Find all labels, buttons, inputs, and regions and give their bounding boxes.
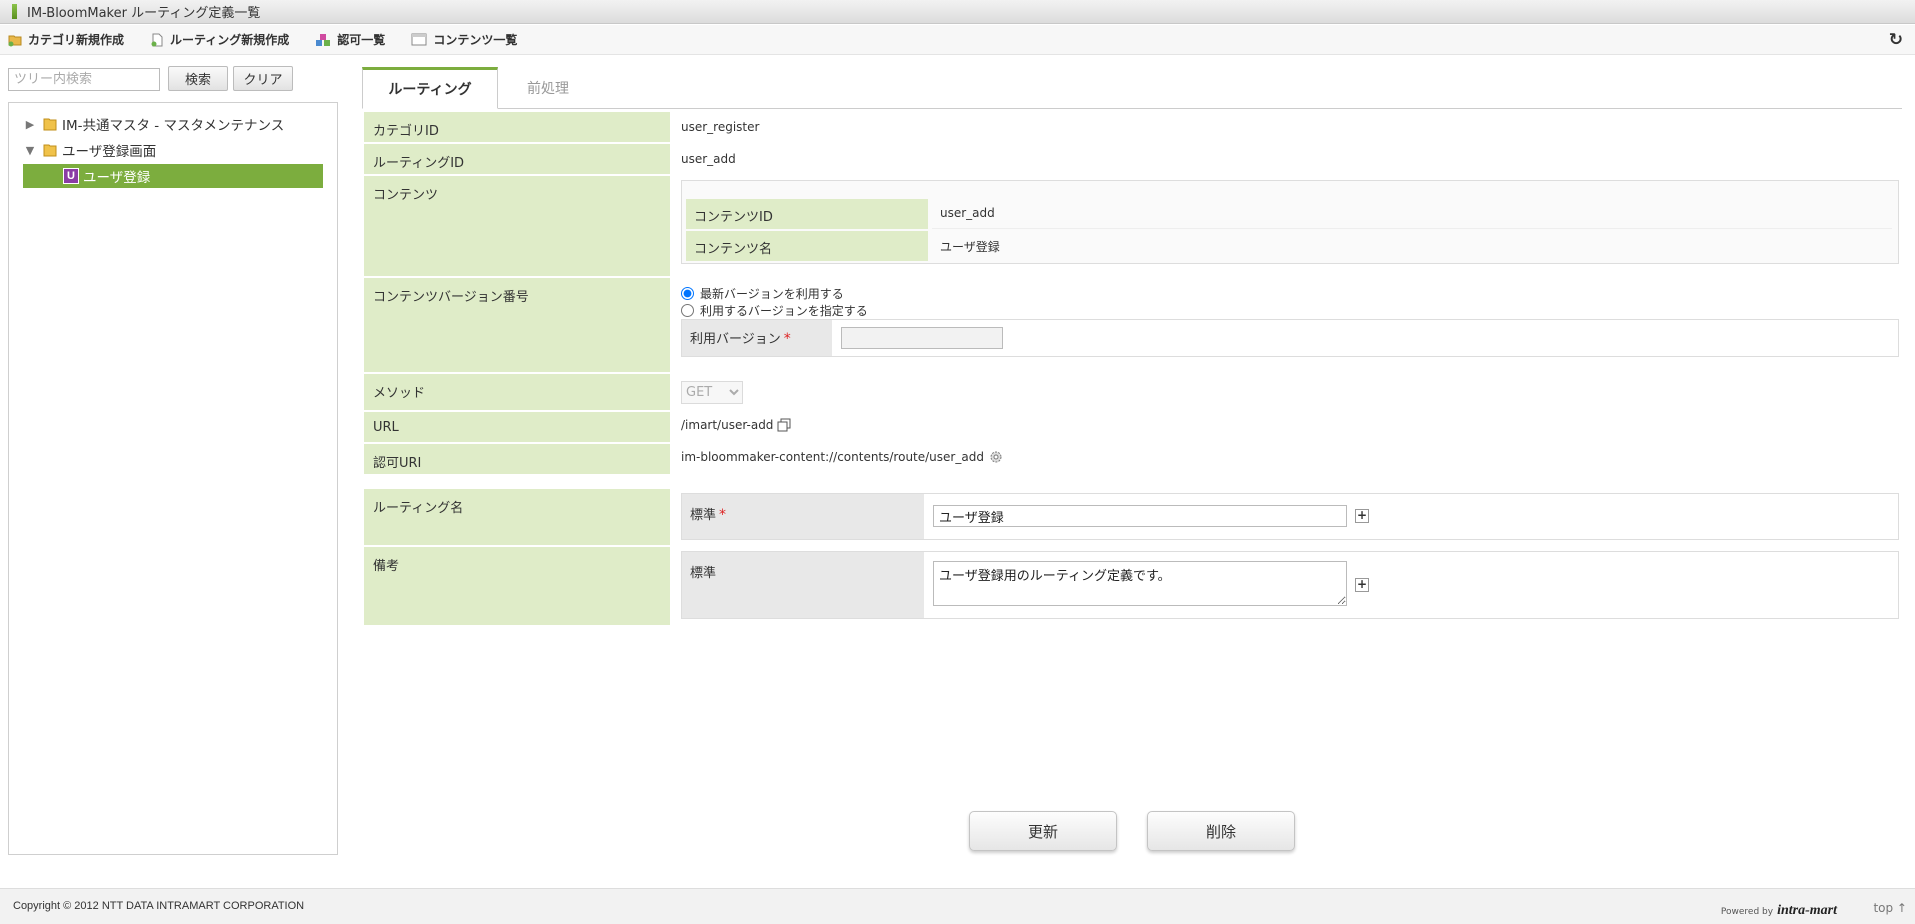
search-button[interactable]: 検索 (168, 66, 228, 91)
routing-name-std-cell: 標準 * (682, 494, 924, 539)
routing-name-row: ルーティング名 標準* + (364, 489, 1902, 546)
auth-uri-value-cell: im-bloommaker-content://contents/route/u… (681, 444, 1902, 474)
url-value: /imart/user-add (681, 418, 774, 432)
folder-icon (43, 118, 57, 131)
content-version-label: コンテンツバージョン番号 (364, 278, 670, 372)
tree-node-user-register-screen[interactable]: ▼ ユーザ登録画面 (23, 138, 156, 162)
add-language-icon[interactable]: + (1355, 509, 1369, 523)
create-category-button[interactable]: カテゴリ新規作成 (8, 31, 124, 48)
tree-node-label: ユーザ登録画面 (62, 144, 157, 160)
copyright-text: Copyright © 2012 NTT DATA INTRAMART CORP… (13, 900, 305, 912)
content-id-value: user_add (932, 199, 1892, 229)
remarks-std-label: 標準 (682, 552, 924, 618)
latest-version-text: 最新バージョンを利用する (700, 287, 844, 301)
authorization-list-button[interactable]: 認可一覧 (315, 31, 385, 48)
content-id-label: コンテンツID (686, 199, 928, 229)
routing-u-icon: U (63, 168, 79, 184)
content-list-button[interactable]: コンテンツ一覧 (411, 31, 517, 48)
create-routing-label: ルーティング新規作成 (170, 33, 290, 47)
method-select[interactable]: GET (681, 381, 743, 404)
latest-version-option[interactable]: 最新バージョンを利用する (681, 285, 844, 302)
routing-id-label: ルーティングID (364, 144, 670, 174)
expand-arrow-icon[interactable]: ▶ (23, 118, 37, 131)
content-name-value: ユーザ登録 (940, 240, 1000, 254)
routing-name-table: 標準* + (681, 493, 1899, 540)
use-version-table: 利用バージョン * (681, 319, 1899, 357)
tab-bar: ルーティング 前処理 (362, 67, 1902, 109)
specify-version-option[interactable]: 利用するバージョンを指定する (681, 302, 868, 319)
app-logo-icon (12, 4, 17, 19)
create-routing-button[interactable]: ルーティング新規作成 (150, 31, 289, 48)
routing-name-label: ルーティング名 (364, 489, 670, 545)
url-row: URL /imart/user-add (364, 412, 1902, 443)
url-label: URL (364, 412, 670, 442)
routing-id-row: ルーティングID user_add (364, 144, 1902, 175)
routing-name-std-label: 標準 (690, 508, 717, 523)
document-new-icon (151, 33, 163, 46)
tree-panel: 検索 クリア ▶ IM-共通マスタ - マスタメンテナンス ▼ ユーザ登録画面 … (8, 60, 338, 855)
auth-uri-value: im-bloommaker-content://contents/route/u… (681, 450, 984, 464)
intra-mart-logo: intra-mart (1777, 903, 1837, 918)
refresh-icon[interactable]: ↻ (1889, 30, 1903, 50)
tab-routing[interactable]: ルーティング (362, 67, 498, 109)
toolbar: カテゴリ新規作成 ルーティング新規作成 認可一覧 コンテンツ一覧 ↻ (0, 25, 1915, 55)
use-version-label: 利用バージョン (690, 332, 781, 347)
tree-node-label: IM-共通マスタ - マスタメンテナンス (62, 118, 285, 134)
method-row: メソッド GET (364, 374, 1902, 411)
tree-node-user-register[interactable]: U ユーザ登録 (23, 164, 323, 188)
window-icon (411, 33, 427, 46)
url-value-cell: /imart/user-add (681, 412, 1902, 442)
window-title: IM-BloomMaker ルーティング定義一覧 (27, 6, 261, 21)
shapes-icon (316, 33, 331, 46)
top-link[interactable]: top ↑ (1873, 901, 1907, 915)
create-category-label: カテゴリ新規作成 (28, 33, 125, 47)
update-button[interactable]: 更新 (969, 811, 1117, 851)
auth-uri-label: 認可URI (364, 444, 670, 474)
auth-uri-row: 認可URI im-bloommaker-content://contents/r… (364, 444, 1902, 475)
category-tree: ▶ IM-共通マスタ - マスタメンテナンス ▼ ユーザ登録画面 U ユーザ登録 (8, 102, 338, 855)
tree-search-input[interactable] (8, 68, 160, 91)
contents-label: コンテンツ (364, 176, 670, 276)
content-version-row: コンテンツバージョン番号 最新バージョンを利用する 利用するバージョンを指定する… (364, 278, 1902, 373)
specify-version-text: 利用するバージョンを指定する (700, 304, 868, 318)
remarks-label: 備考 (364, 547, 670, 625)
tree-node-label: ユーザ登録 (83, 170, 151, 186)
routing-id-value: user_add (681, 152, 736, 166)
tab-preprocess[interactable]: 前処理 (500, 67, 596, 109)
category-id-value: user_register (681, 120, 760, 134)
routing-name-input[interactable] (933, 505, 1347, 527)
add-language-icon[interactable]: + (1355, 578, 1369, 592)
method-label: メソッド (364, 374, 670, 410)
category-id-row: カテゴリID user_register (364, 112, 1902, 143)
use-version-label-cell: 利用バージョン * (682, 320, 832, 356)
gear-icon[interactable] (989, 450, 1003, 464)
powered-by: Powered by intra-mart (1721, 903, 1837, 919)
authorization-list-label: 認可一覧 (337, 33, 386, 47)
required-mark: * (719, 507, 727, 523)
tree-node-common-master[interactable]: ▶ IM-共通マスタ - マスタメンテナンス (23, 112, 285, 136)
folder-open-icon (43, 144, 57, 157)
contents-table: コンテンツID user_add コンテンツ名 ユーザ登録 (681, 180, 1899, 264)
remarks-table: 標準 ユーザ登録用のルーティング定義です。 + (681, 551, 1899, 619)
latest-version-radio[interactable] (681, 287, 694, 300)
required-mark: * (783, 331, 791, 347)
category-id-label: カテゴリID (364, 112, 670, 142)
remarks-row: 備考 標準 ユーザ登録用のルーティング定義です。 + (364, 547, 1902, 626)
copy-icon[interactable] (777, 418, 791, 432)
title-bar: IM-BloomMaker ルーティング定義一覧 (0, 0, 1915, 24)
contents-row: コンテンツ コンテンツID user_add コンテンツ名 ユーザ登録 (364, 176, 1902, 277)
collapse-arrow-icon[interactable]: ▼ (23, 144, 37, 157)
content-list-label: コンテンツ一覧 (433, 33, 518, 47)
specify-version-radio[interactable] (681, 304, 694, 317)
remarks-textarea[interactable]: ユーザ登録用のルーティング定義です。 (933, 561, 1347, 606)
use-version-input[interactable] (841, 327, 1003, 349)
powered-by-text: Powered by (1720, 907, 1774, 917)
content-name-label: コンテンツ名 (686, 231, 928, 261)
folder-new-icon (8, 35, 22, 46)
delete-button[interactable]: 削除 (1147, 811, 1295, 851)
clear-button[interactable]: クリア (233, 66, 293, 91)
footer: Copyright © 2012 NTT DATA INTRAMART CORP… (0, 888, 1915, 924)
